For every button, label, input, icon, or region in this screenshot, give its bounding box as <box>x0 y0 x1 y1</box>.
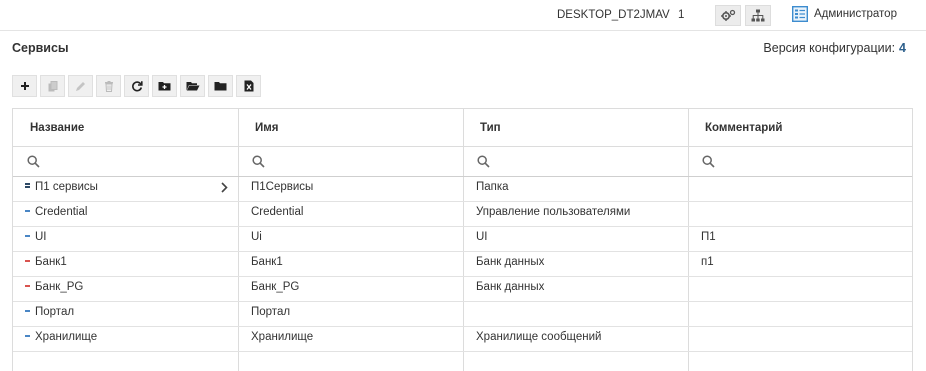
config-version-value: 4 <box>899 41 906 55</box>
cell-name: Хранилище <box>13 327 238 351</box>
refresh-icon <box>131 81 143 92</box>
cell-comment: П1 <box>701 231 716 243</box>
stopped-status-icon <box>25 284 30 287</box>
cell-comment <box>688 302 912 326</box>
host-name: DESKTOP_DT2JMAV <box>557 9 670 21</box>
cell-type: UI <box>476 231 488 243</box>
cell-type: Хранилище сообщений <box>476 331 602 343</box>
cell-comment <box>688 177 912 201</box>
cell-type: Папка <box>476 181 509 193</box>
add-button[interactable] <box>12 75 37 97</box>
cell-name: Портал <box>13 302 238 326</box>
table-row[interactable]: Банк_PG Банк_PG Банк данных <box>13 277 912 302</box>
cell-id: Банк1 <box>251 256 283 268</box>
cell-name: П1 сервисы <box>13 177 238 201</box>
cell-name: Credential <box>13 202 238 226</box>
chevron-right-icon[interactable] <box>221 182 228 193</box>
top-bar: DESKTOP_DT2JMAV 1 Администратор <box>0 0 926 31</box>
cell-type: Управление пользователями <box>476 206 631 218</box>
open-folder-button[interactable] <box>180 75 205 97</box>
add-folder-button[interactable] <box>152 75 177 97</box>
config-version-label: Версия конфигурации: <box>763 41 896 55</box>
table-row[interactable]: Портал Портал <box>13 302 912 327</box>
structure-button[interactable] <box>745 5 771 26</box>
folder-icon <box>214 82 227 91</box>
row-name: Банк_PG <box>35 281 84 293</box>
row-name: П1 сервисы <box>35 181 98 193</box>
cell-name: Банк1 <box>13 252 238 276</box>
export-excel-button[interactable] <box>236 75 261 97</box>
copy-button[interactable] <box>40 75 65 97</box>
edit-button[interactable] <box>68 75 93 97</box>
settings-button[interactable] <box>715 5 741 26</box>
row-name: Портал <box>35 306 75 318</box>
refresh-button[interactable] <box>124 75 149 97</box>
row-name: UI <box>35 231 47 243</box>
running-status-icon <box>25 234 30 237</box>
hierarchy-icon <box>751 9 765 22</box>
column-header-id[interactable]: Имя <box>238 109 463 146</box>
gear-icon <box>720 9 735 21</box>
filter-type[interactable] <box>463 147 688 176</box>
cell-comment: п1 <box>701 256 714 268</box>
page-title: Сервисы <box>12 41 69 55</box>
row-name: Credential <box>35 206 88 218</box>
cell-id: Банк_PG <box>251 281 300 293</box>
cell-comment <box>688 202 912 226</box>
excel-file-icon <box>244 80 253 92</box>
search-icon <box>702 155 715 168</box>
cell-name: UI <box>13 227 238 251</box>
folder-button[interactable] <box>208 75 233 97</box>
cell-type: Банк данных <box>476 256 545 268</box>
session-count: 1 <box>678 9 685 21</box>
cell-id: Портал <box>251 306 291 318</box>
user-name: Администратор <box>814 8 897 20</box>
delete-button[interactable] <box>96 75 121 97</box>
cell-type <box>463 302 688 326</box>
copy-icon <box>48 80 57 91</box>
open-folder-icon <box>186 82 199 91</box>
search-icon <box>27 155 40 168</box>
cell-id: Хранилище <box>251 331 314 343</box>
stopped-status-icon <box>25 259 30 262</box>
services-grid: Название Имя Тип Комментарий П1 сервисы … <box>12 108 913 371</box>
grid-header: Название Имя Тип Комментарий <box>13 109 912 147</box>
user-menu[interactable]: Администратор <box>792 6 897 22</box>
filter-name[interactable] <box>13 147 238 176</box>
column-header-comment[interactable]: Комментарий <box>688 109 912 146</box>
cell-id: П1Сервисы <box>251 181 314 193</box>
filter-row <box>13 147 912 177</box>
cell-comment <box>688 327 912 351</box>
row-name: Банк1 <box>35 256 67 268</box>
filter-id[interactable] <box>238 147 463 176</box>
running-status-icon <box>25 209 30 212</box>
column-header-name[interactable]: Название <box>13 109 238 146</box>
pencil-icon <box>76 81 85 91</box>
cell-id: Ui <box>251 231 262 243</box>
running-status-icon <box>25 334 30 337</box>
search-icon <box>477 155 490 168</box>
table-row[interactable]: Credential Credential Управление пользов… <box>13 202 912 227</box>
running-status-icon <box>25 309 30 312</box>
search-icon <box>252 155 265 168</box>
add-folder-icon <box>158 82 171 91</box>
user-card-icon <box>792 6 808 22</box>
cell-comment <box>688 277 912 301</box>
folder-status-icon <box>25 183 30 189</box>
toolbar <box>12 75 261 97</box>
grid-body: П1 сервисы П1Сервисы Папка Credential Cr… <box>13 177 912 352</box>
table-row[interactable]: Хранилище Хранилище Хранилище сообщений <box>13 327 912 352</box>
column-header-type[interactable]: Тип <box>463 109 688 146</box>
table-row[interactable]: UI Ui UI П1 <box>13 227 912 252</box>
table-row[interactable]: Банк1 Банк1 Банк данных п1 <box>13 252 912 277</box>
cell-id: Credential <box>251 206 304 218</box>
table-row[interactable]: П1 сервисы П1Сервисы Папка <box>13 177 912 202</box>
cell-name: Банк_PG <box>13 277 238 301</box>
plus-icon <box>20 82 29 90</box>
filter-comment[interactable] <box>688 147 912 176</box>
config-version: Версия конфигурации: 4 <box>763 41 906 55</box>
row-name: Хранилище <box>35 331 98 343</box>
cell-type: Банк данных <box>476 281 545 293</box>
trash-icon <box>104 80 113 92</box>
